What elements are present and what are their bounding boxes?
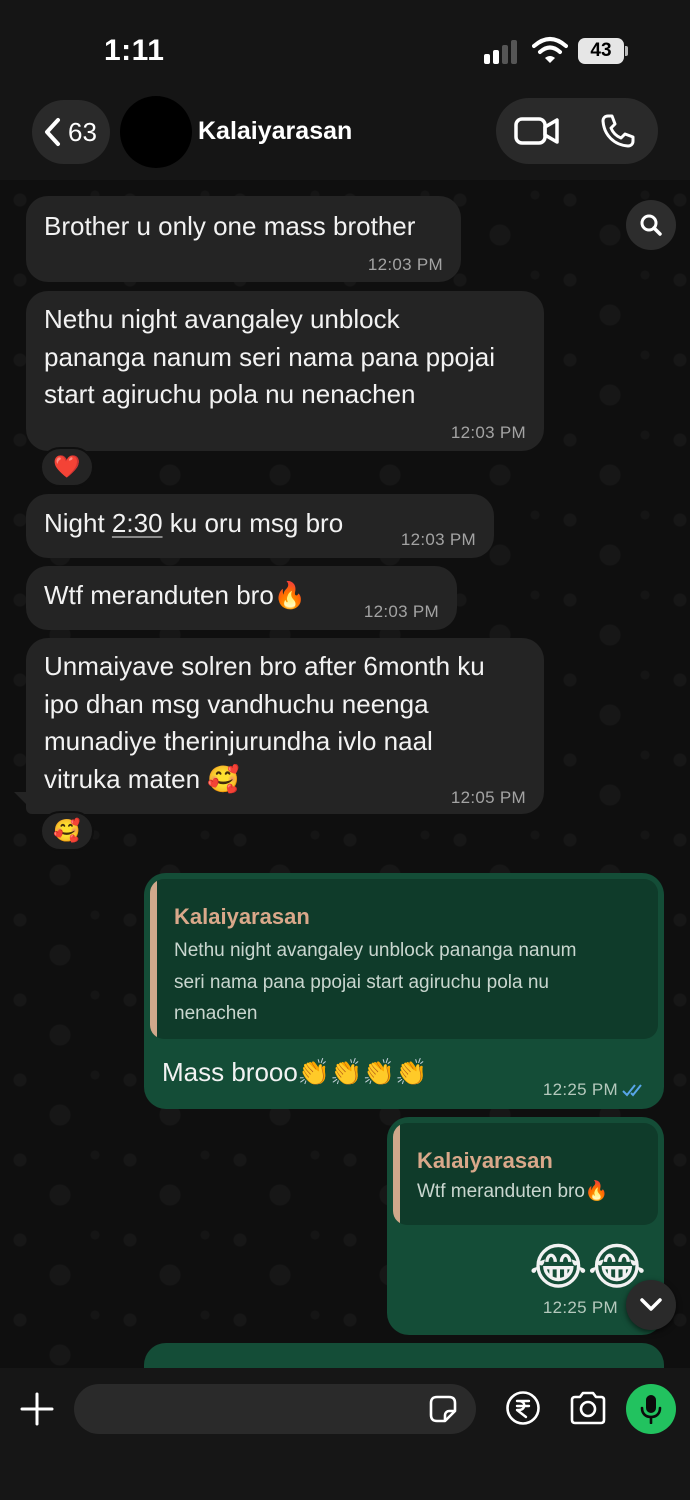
message-text: Unmaiyave solren bro after 6month ku ipo…: [44, 651, 485, 794]
message-time: 12:25 PM: [542, 1080, 618, 1099]
search-icon: [640, 214, 662, 236]
quoted-text: Wtf meranduten bro🔥: [417, 1181, 609, 1202]
call-actions: [496, 98, 658, 164]
cellular-signal-icon: [484, 40, 522, 64]
message-bubble-incoming[interactable]: Unmaiyave solren bro after 6month ku ipo…: [26, 638, 544, 814]
quoted-message[interactable]: Kalaiyarasan Nethu night avangaley unblo…: [150, 879, 658, 1039]
status-bar: 1:11 43: [0, 0, 690, 90]
message-emoji: 😂😂: [529, 1239, 646, 1295]
message-text: Night 2:30 ku oru msg bro: [44, 508, 344, 538]
message-bubble-incoming[interactable]: Brother u only one mass brother 12:03 PM: [26, 196, 461, 282]
quoted-text: Nethu night avangaley unblock pananga na…: [174, 940, 577, 1024]
message-bubble-outgoing[interactable]: Kalaiyarasan Wtf meranduten bro🔥 😂😂 12:2…: [387, 1117, 664, 1335]
phone-call-icon[interactable]: [600, 113, 636, 149]
unread-count: 63: [68, 116, 97, 147]
plus-icon[interactable]: [18, 1390, 56, 1428]
message-bubble-incoming[interactable]: Night 2:30 ku oru msg bro 12:03 PM: [26, 494, 494, 558]
contact-name[interactable]: Kalaiyarasan: [198, 117, 352, 146]
video-call-icon[interactable]: [514, 114, 560, 148]
message-time: 12:03 PM: [367, 255, 443, 274]
scroll-to-bottom-button[interactable]: [626, 1280, 676, 1330]
read-receipt-icon: [622, 1084, 642, 1097]
message-text: Wtf meranduten bro🔥: [44, 580, 307, 610]
quote-bar: [393, 1123, 400, 1225]
quoted-message[interactable]: Kalaiyarasan Wtf meranduten bro🔥: [393, 1123, 658, 1225]
reaction-heart[interactable]: ❤️: [40, 447, 94, 487]
quoted-sender: Kalaiyarasan: [417, 1148, 553, 1173]
search-button[interactable]: [626, 200, 676, 250]
message-bubble-incoming[interactable]: Nethu night avangaley unblock pananga na…: [26, 291, 544, 451]
chat-header: 63 Kalaiyarasan: [0, 90, 690, 180]
message-input[interactable]: [74, 1384, 476, 1434]
chevron-down-icon: [640, 1298, 662, 1311]
message-time: 12:03 PM: [363, 602, 439, 621]
sticker-icon[interactable]: [428, 1394, 458, 1424]
battery-level: 43: [590, 40, 612, 61]
wifi-icon: [532, 37, 568, 63]
time-link[interactable]: 2:30: [112, 508, 163, 538]
reaction-smiling-face[interactable]: 🥰: [40, 811, 94, 851]
message-bubble-outgoing-partial[interactable]: [144, 1343, 664, 1368]
avatar[interactable]: [120, 96, 192, 168]
message-time: 12:03 PM: [450, 423, 526, 442]
chevron-left-icon: [45, 118, 60, 146]
message-bubble-incoming[interactable]: Wtf meranduten bro🔥 12:03 PM: [26, 566, 457, 630]
message-time: 12:25 PM: [542, 1298, 618, 1317]
message-text: Mass brooo👏👏👏👏: [162, 1057, 428, 1087]
battery-icon: 43: [578, 38, 628, 64]
quoted-sender: Kalaiyarasan: [174, 904, 310, 929]
microphone-icon: [640, 1395, 662, 1424]
message-text: Nethu night avangaley unblock pananga na…: [44, 304, 496, 409]
message-time: 12:03 PM: [400, 530, 476, 549]
message-time: 12:05 PM: [450, 788, 526, 807]
message-text: Brother u only one mass brother: [44, 211, 416, 241]
back-button[interactable]: 63: [32, 100, 110, 164]
camera-icon[interactable]: [568, 1390, 608, 1426]
quote-bar: [150, 879, 157, 1039]
message-bubble-outgoing[interactable]: Kalaiyarasan Nethu night avangaley unblo…: [144, 873, 664, 1109]
status-time: 1:11: [104, 34, 165, 67]
rupee-payment-icon[interactable]: [505, 1390, 541, 1426]
voice-record-button[interactable]: [626, 1384, 676, 1434]
composer-bar: [0, 1368, 690, 1500]
